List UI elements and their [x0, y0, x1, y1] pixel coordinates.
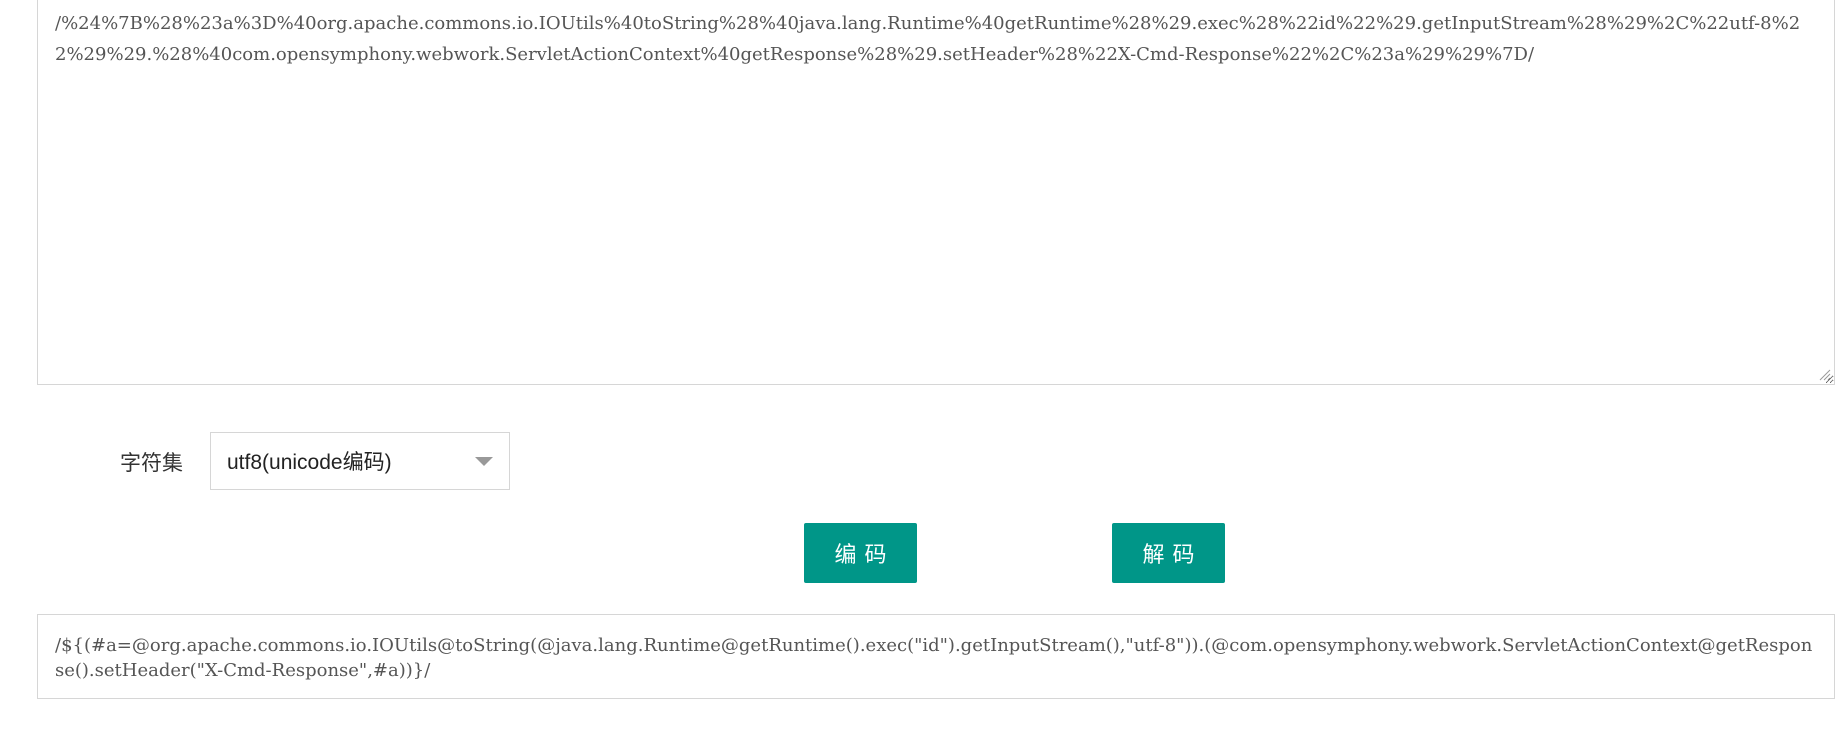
charset-label: 字符集 [120, 452, 183, 475]
result-textarea[interactable]: /${(#a=@org.apache.commons.io.IOUtils@to… [37, 614, 1835, 699]
source-text: /%24%7B%28%23a%3D%40org.apache.commons.i… [55, 13, 1801, 65]
chevron-down-icon [475, 456, 493, 466]
charset-selected-value: utf8(unicode编码) [227, 451, 392, 474]
resize-grip-icon[interactable] [1819, 369, 1831, 381]
result-text: /${(#a=@org.apache.commons.io.IOUtils@to… [55, 635, 1813, 681]
charset-select[interactable]: utf8(unicode编码) [210, 432, 510, 490]
source-textarea[interactable]: /%24%7B%28%23a%3D%40org.apache.commons.i… [37, 0, 1835, 385]
decode-button[interactable]: 解码 [1112, 523, 1225, 583]
encode-button[interactable]: 编码 [804, 523, 917, 583]
